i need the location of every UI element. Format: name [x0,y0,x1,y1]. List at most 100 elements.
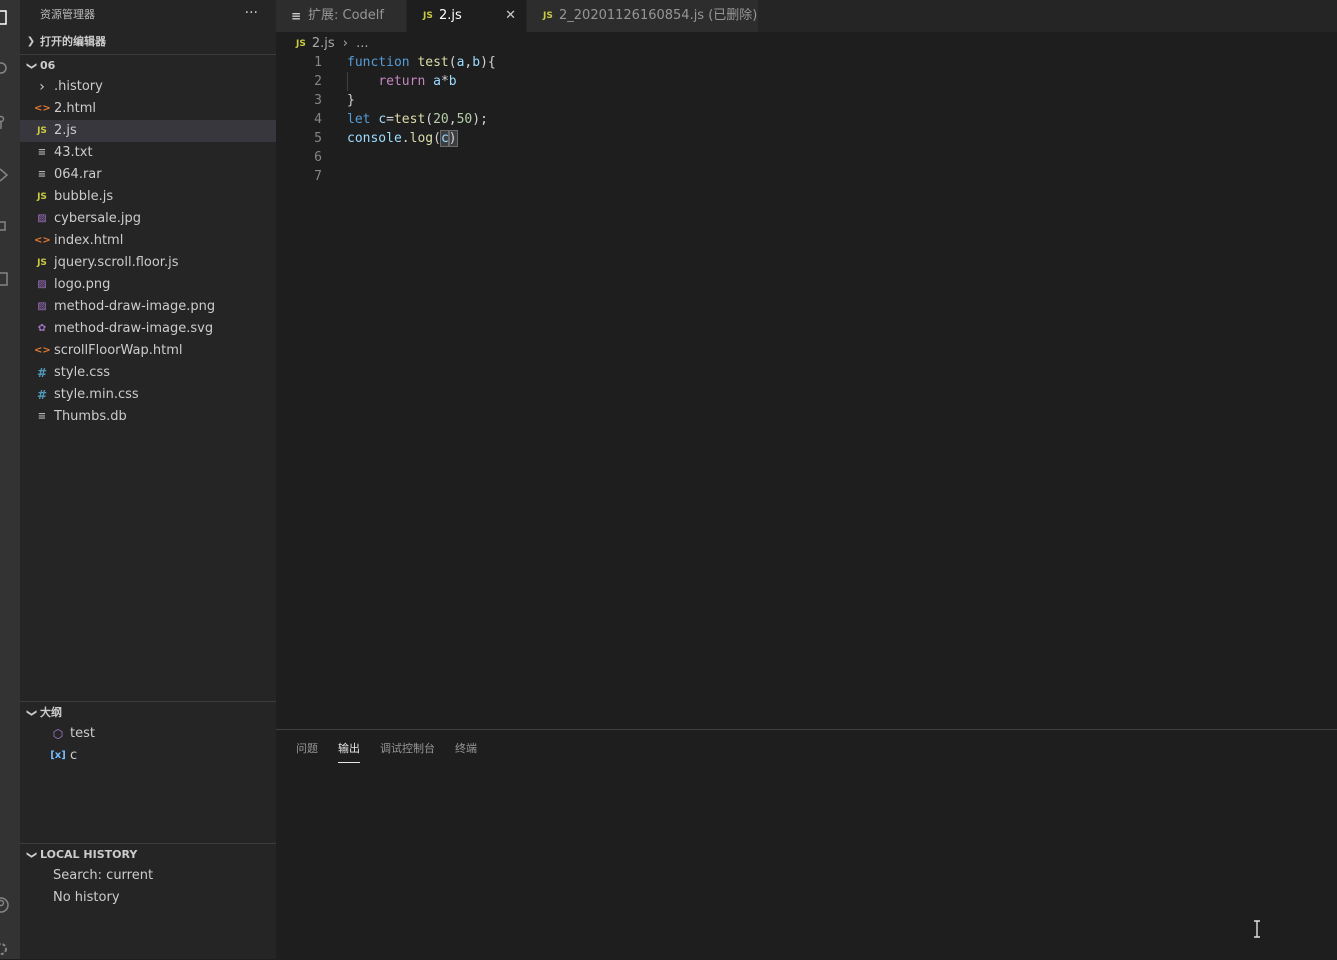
local-history-header[interactable]: ❯ LOCAL HISTORY [20,844,276,866]
file-item[interactable]: ≡ 064.rar [20,164,276,186]
file-item-label: method-draw-image.png [54,299,216,314]
history-empty-text: No history [53,890,120,905]
file-item-label: jquery.scroll.floor.js [54,255,179,270]
file-item[interactable]: ≡ 43.txt [20,142,276,164]
code-editor[interactable]: 1 2 3 4 5 6 7 function test(a,b){ return a*b }… [276,53,1337,729]
line-number: 7 [314,169,322,184]
line-number: 5 [314,131,322,146]
js-file-icon: JS [37,258,47,268]
breadcrumb: JS 2.js › ... [296,33,369,55]
folder-label: 06 [40,59,56,72]
file-item[interactable]: JS bubble.js [20,186,276,208]
text-file-icon: ≡ [37,147,47,158]
close-icon[interactable]: ✕ [505,0,516,32]
panel-tab-problems[interactable]: 问题 [296,740,318,762]
source-control-icon[interactable] [0,114,10,132]
html-file-icon: <> [34,235,51,246]
tab-label: 2.js [439,8,462,23]
html-file-icon: <> [34,345,51,356]
text-cursor-icon [1254,920,1260,938]
outline-item-c[interactable]: [x] c [20,745,276,767]
file-item[interactable]: ≡ Thumbs.db [20,406,276,428]
open-editors-label: 打开的编辑器 [40,35,106,48]
remote-explorer-icon[interactable] [0,270,10,288]
chevron-right-icon: › [39,79,45,95]
js-file-icon: JS [37,126,47,136]
line-number: 6 [314,150,322,165]
code-line[interactable]: function test(a,b){ [347,53,496,72]
tab-2js[interactable]: JS 2.js ✕ [407,0,527,32]
text-file-icon: ≡ [37,169,47,180]
tab-label: 2_20201126160854.js (已删除) [559,8,758,23]
outline-label: 大纲 [40,706,62,719]
chevron-down-icon: ❯ [26,61,37,71]
file-item-label: style.min.css [54,387,139,402]
html-file-icon: <> [34,103,51,114]
tab-deleted-file[interactable]: JS 2_20201126160854.js (已删除) [527,0,759,32]
activity-bar [0,0,20,959]
outline-item-test[interactable]: ⬡ test [20,723,276,745]
variable-symbol-icon: [x] [50,750,66,761]
code-line[interactable]: } [347,91,355,110]
preview-icon: ≡ [291,9,302,23]
tab-codelf[interactable]: ≡ 扩展: Codelf [276,0,407,32]
code-line[interactable]: console.log(c) [347,129,458,148]
file-item[interactable]: › .history [20,76,276,98]
folder-header[interactable]: ❯ 06 [20,55,276,77]
file-item-label: bubble.js [54,189,114,204]
file-item[interactable]: JS 2.js [20,120,276,142]
js-file-icon: JS [296,39,306,49]
line-number: 4 [314,112,322,127]
tab-label: 扩展: Codelf [308,8,384,23]
panel-tab-output[interactable]: 输出 [338,740,360,763]
file-item[interactable]: <> index.html [20,230,276,252]
chevron-down-icon: ❯ [26,850,37,860]
sidebar-title: 资源管理器 [40,8,95,21]
history-search-text[interactable]: Search: current [53,865,153,887]
chevron-down-icon: ❯ [26,708,37,718]
file-item[interactable]: <> scrollFloorWap.html [20,340,276,362]
css-file-icon: # [36,388,48,402]
explorer-sidebar: 资源管理器 ··· ❯ 打开的编辑器 ❯ 06 › .history <> 2.htm… [20,0,276,959]
file-item[interactable]: ▨ method-draw-image.png [20,296,276,318]
file-item[interactable]: ▨ cybersale.jpg [20,208,276,230]
file-item[interactable]: ✿ method-draw-image.svg [20,318,276,340]
manage-gear-icon[interactable] [0,940,10,958]
file-item[interactable]: # style.min.css [20,384,276,406]
image-file-icon: ▨ [37,301,47,312]
outline-item-label: c [70,748,78,763]
line-number: 1 [314,55,322,70]
panel-tab-debug-console[interactable]: 调试控制台 [380,740,435,762]
local-history-label: LOCAL HISTORY [40,848,138,861]
file-item[interactable]: ▨ logo.png [20,274,276,296]
breadcrumb-file[interactable]: 2.js [312,33,335,55]
file-item-label: style.css [54,365,110,380]
file-item-label: method-draw-image.svg [54,321,214,336]
js-file-icon: JS [423,11,433,21]
account-icon[interactable] [0,896,10,914]
breadcrumb-symbol[interactable]: ... [356,33,368,55]
panel-tab-terminal[interactable]: 终端 [455,740,477,762]
chevron-right-icon: ❯ [26,36,36,47]
file-item[interactable]: <> 2.html [20,98,276,120]
extensions-icon[interactable] [0,218,10,236]
more-actions-icon[interactable]: ··· [245,0,258,30]
file-item-label: 2.html [54,101,97,116]
chevron-right-icon: › [342,36,348,51]
code-line[interactable]: let c=test(20,50); [347,110,488,129]
code-line[interactable]: return a*b [347,72,456,91]
bottom-panel: 问题 输出 调试控制台 终端 [276,729,1337,960]
js-file-icon: JS [543,11,553,21]
search-icon[interactable] [0,60,10,78]
css-file-icon: # [36,366,48,380]
open-editors-header[interactable]: ❯ 打开的编辑器 [20,31,276,53]
outline-header[interactable]: ❯ 大纲 [20,702,276,724]
explorer-icon[interactable] [0,8,10,26]
editor-tab-bar: ≡ 扩展: Codelf JS 2.js ✕ JS 2_202011261608… [276,0,1337,32]
file-item[interactable]: JS jquery.scroll.floor.js [20,252,276,274]
file-item[interactable]: # style.css [20,362,276,384]
image-file-icon: ▨ [37,279,47,290]
line-number: 2 [314,74,322,89]
run-debug-icon[interactable] [0,166,10,184]
file-item-label: logo.png [54,277,111,292]
